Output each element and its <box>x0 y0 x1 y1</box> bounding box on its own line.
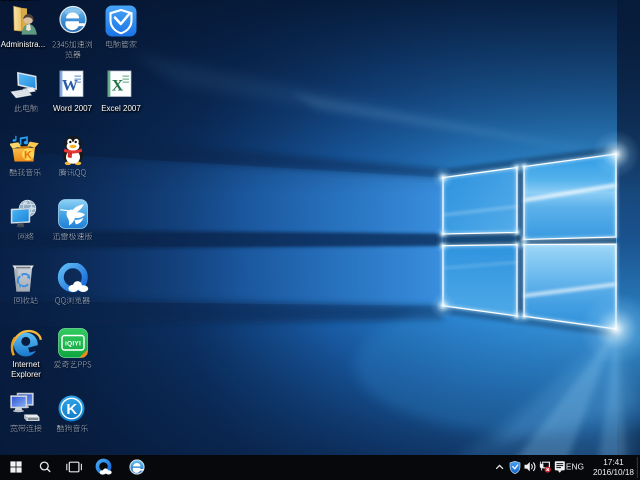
svg-text:17:41: 17:41 <box>603 458 624 467</box>
svg-text:ENG: ENG <box>566 462 584 472</box>
svg-text:iQIYI: iQIYI <box>64 341 80 348</box>
svg-text:X: X <box>112 78 124 95</box>
svg-text:K: K <box>24 150 32 162</box>
svg-text:2016/10/18: 2016/10/18 <box>593 468 634 477</box>
svg-text:W: W <box>62 78 78 95</box>
svg-text:K: K <box>66 401 77 418</box>
